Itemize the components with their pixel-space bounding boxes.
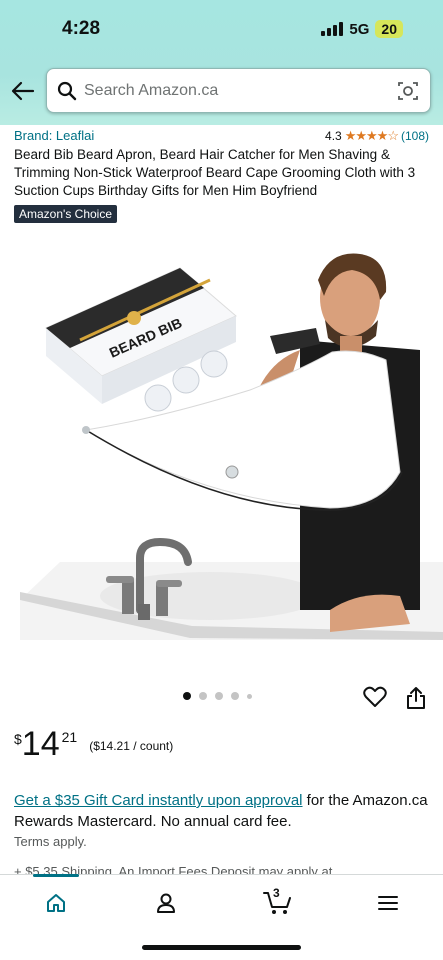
nav-account[interactable] <box>152 889 180 917</box>
gift-card-offer-link[interactable]: Get a $35 Gift Card instantly upon appro… <box>14 792 303 809</box>
heart-icon[interactable] <box>363 686 387 708</box>
star-rating-icon: ★★★★☆ <box>344 128 399 143</box>
carousel-dot[interactable] <box>215 692 223 700</box>
battery-icon: 20 <box>375 20 403 38</box>
arrow-left-icon <box>11 81 35 101</box>
camera-search-icon[interactable] <box>396 79 420 103</box>
rating-count[interactable]: (108) <box>401 129 429 143</box>
network-label: 5G <box>349 20 370 38</box>
signal-icon <box>321 22 344 36</box>
price-fraction: 21 <box>61 729 78 745</box>
rating-summary[interactable]: 4.3 ★★★★☆ (108) <box>325 128 429 144</box>
rating-value: 4.3 <box>325 129 342 143</box>
product-title: Beard Bib Beard Apron, Beard Hair Catche… <box>14 147 416 198</box>
carousel-dot[interactable] <box>183 692 191 700</box>
search-bar[interactable] <box>46 68 431 113</box>
price-symbol: $ <box>14 731 22 747</box>
nav-cart[interactable]: 3 <box>262 886 294 917</box>
nav-menu[interactable] <box>374 889 402 917</box>
bottom-navigation: 3 <box>0 874 443 960</box>
share-icon[interactable] <box>406 686 426 710</box>
price-block: $ 14 21 ($14.21 / count) <box>14 725 173 763</box>
status-time: 4:28 <box>62 18 101 39</box>
cart-count: 3 <box>273 886 280 900</box>
terms-text: Terms apply. <box>14 834 87 849</box>
unit-price: ($14.21 / count) <box>89 739 174 753</box>
app-header: 4:28 5G 20 <box>0 0 443 125</box>
hamburger-menu-icon <box>378 896 398 910</box>
product-box: BEARD BIB <box>45 267 237 412</box>
nav-home[interactable] <box>42 889 70 917</box>
carousel-dot[interactable] <box>247 693 252 699</box>
price-whole: 14 <box>21 725 60 763</box>
brand-link[interactable]: Brand: Leaflai <box>14 128 94 143</box>
home-indicator <box>142 945 301 950</box>
carousel-dot[interactable] <box>199 692 207 700</box>
person-icon <box>157 893 175 913</box>
credit-card-promo: Get a $35 Gift Card instantly upon appro… <box>14 790 434 832</box>
back-button[interactable] <box>10 78 36 104</box>
product-image[interactable]: BEARD BIB <box>0 240 443 680</box>
search-input[interactable] <box>84 69 384 112</box>
active-tab-indicator <box>33 874 79 877</box>
image-carousel-dots[interactable] <box>183 692 252 700</box>
search-icon[interactable] <box>57 81 77 101</box>
status-indicators: 5G 20 <box>321 20 403 38</box>
home-icon <box>47 894 65 912</box>
carousel-dot[interactable] <box>231 692 239 700</box>
amazons-choice-badge: Amazon's Choice <box>14 205 117 223</box>
